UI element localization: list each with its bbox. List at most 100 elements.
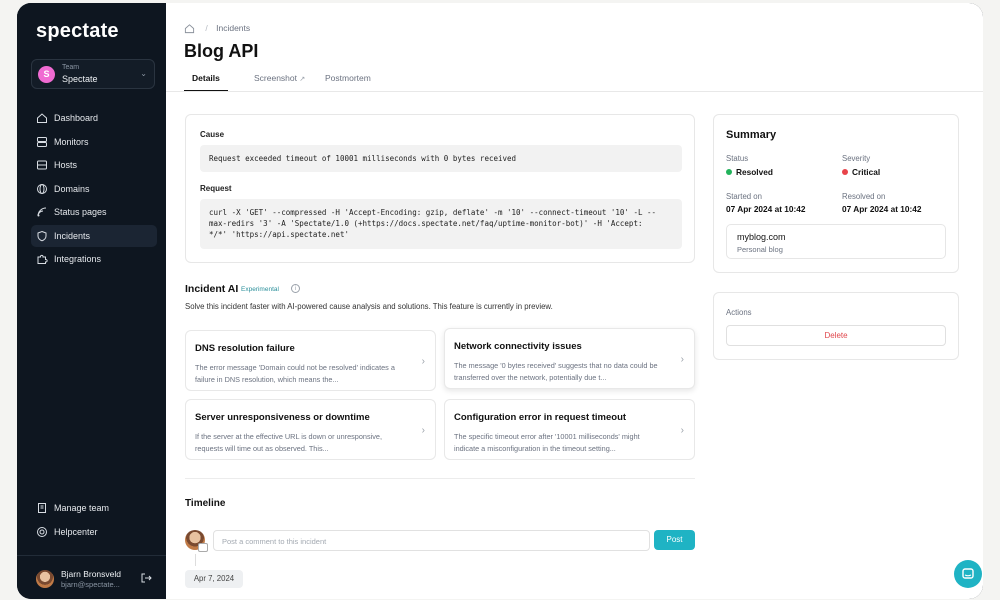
sidebar: spectate S Team Spectate ⌄ Dashboard Mon… (17, 3, 166, 599)
request-label: Request (200, 184, 232, 193)
sidebar-item-integrations[interactable]: Integrations (31, 248, 157, 270)
comment-icon (198, 543, 208, 552)
actions-card: Actions Delete (713, 292, 959, 360)
suggestion-title: Server unresponsiveness or downtime (195, 412, 370, 423)
sidebar-item-dashboard[interactable]: Dashboard (31, 107, 157, 129)
chevron-right-icon: › (680, 354, 684, 365)
logout-icon[interactable] (140, 572, 152, 584)
shield-icon (37, 230, 47, 241)
app-logo[interactable]: spectate (36, 20, 119, 43)
sidebar-item-incidents[interactable]: Incidents (31, 224, 157, 247)
timeline-title: Timeline (185, 498, 226, 509)
sidebar-item-label: Domains (54, 183, 90, 194)
actions-label: Actions (726, 308, 752, 317)
monitor-link[interactable]: myblog.com Personal blog (726, 224, 946, 259)
chevron-right-icon: › (421, 356, 425, 367)
site-description: Personal blog (737, 245, 783, 254)
status-dot (726, 169, 732, 175)
chevron-right-icon: › (421, 425, 425, 436)
request-command: curl -X 'GET' --compressed -H 'Accept-En… (200, 199, 682, 249)
suggestion-description: The specific timeout error after '10001 … (454, 432, 640, 453)
lifebuoy-icon (37, 526, 47, 537)
cause-message: Request exceeded timeout of 10001 millis… (200, 145, 682, 172)
sidebar-item-label: Helpcenter (54, 526, 98, 537)
status-badge: Resolved (726, 167, 773, 177)
sidebar-item-monitors[interactable]: Monitors (31, 131, 157, 153)
suggestion-description: The message '0 bytes received' suggests … (454, 361, 658, 382)
delete-button[interactable]: Delete (726, 325, 946, 346)
ai-suggestion-card[interactable]: Configuration error in request timeout T… (444, 399, 695, 460)
team-name: Spectate (62, 74, 98, 84)
building-icon (38, 503, 46, 513)
sidebar-item-label: Monitors (54, 136, 89, 147)
severity-dot (842, 169, 848, 175)
suggestion-description: The error message 'Domain could not be r… (195, 363, 395, 384)
suggestion-description: If the server at the effective URL is do… (195, 432, 382, 453)
sidebar-item-label: Incidents (54, 230, 91, 241)
app-window: spectate S Team Spectate ⌄ Dashboard Mon… (17, 3, 983, 599)
team-avatar: S (38, 66, 55, 83)
comment-input[interactable]: Post a comment to this incident (213, 530, 650, 551)
timeline-connector (195, 554, 196, 566)
breadcrumb-separator: / (205, 23, 208, 33)
ai-suggestion-card[interactable]: Server unresponsiveness or downtime If t… (185, 399, 436, 460)
tab-postmortem[interactable]: Postmortem (325, 73, 371, 83)
started-value: 07 Apr 2024 at 10:42 (726, 204, 806, 214)
sidebar-item-manage-team[interactable]: Manage team (31, 497, 157, 519)
sidebar-item-label: Integrations (54, 254, 102, 264)
resolved-label: Resolved on (842, 192, 886, 201)
puzzle-icon (37, 254, 48, 264)
request-line: max-redirs '3' -A 'Spectate/1.0 (+https:… (209, 219, 643, 228)
chat-icon (962, 568, 974, 579)
ai-suggestion-card[interactable]: DNS resolution failure The error message… (185, 330, 436, 391)
chevron-right-icon: › (680, 425, 684, 436)
tab-label: Screenshot (254, 73, 297, 83)
severity-badge: Critical (842, 167, 880, 177)
suggestion-title: DNS resolution failure (195, 343, 295, 354)
team-label: Team (62, 64, 80, 71)
sidebar-item-helpcenter[interactable]: Helpcenter (31, 521, 157, 543)
breadcrumb-incidents[interactable]: Incidents (216, 23, 250, 33)
user-name: Bjarn Bronsveld (61, 569, 122, 579)
main-content: / Incidents Blog API Details Screenshot … (166, 3, 983, 599)
sidebar-item-label: Status pages (54, 207, 107, 217)
incident-ai-description: Solve this incident faster with AI-power… (185, 302, 553, 311)
summary-card: Summary Status Resolved Severity Critica… (713, 114, 959, 273)
home-icon (37, 113, 47, 123)
sidebar-item-label: Dashboard (54, 113, 99, 123)
suggestion-title: Configuration error in request timeout (454, 412, 627, 423)
external-link-icon: ↗ (299, 76, 306, 83)
request-line: */*' 'https://api.spectate.net' (209, 230, 349, 239)
home-icon[interactable] (184, 23, 195, 34)
request-line: curl -X 'GET' --compressed -H 'Accept-En… (209, 208, 657, 217)
status-value: Resolved (736, 167, 773, 177)
severity-value: Critical (852, 167, 881, 177)
started-label: Started on (726, 192, 762, 201)
team-switcher[interactable]: S Team Spectate ⌄ (31, 59, 155, 89)
suggestion-title: Network connectivity issues (454, 341, 582, 352)
hosts-icon (37, 160, 47, 170)
incident-ai-title: Incident AI (185, 283, 239, 295)
sidebar-bottom-nav: Manage team Helpcenter (31, 497, 157, 544)
sidebar-item-hosts[interactable]: Hosts (31, 154, 157, 176)
user-profile[interactable]: Bjarn Bronsveld bjarn@spectate... (36, 566, 161, 592)
section-divider (185, 478, 695, 479)
avatar (36, 570, 54, 588)
info-icon[interactable]: i (291, 284, 300, 293)
chevron-down-icon: ⌄ (140, 69, 147, 78)
sidebar-item-domains[interactable]: Domains (31, 178, 157, 200)
sidebar-item-status-pages[interactable]: Status pages (31, 201, 157, 223)
tabs-divider (166, 91, 983, 92)
sidebar-divider (17, 555, 166, 556)
tab-screenshot[interactable]: Screenshot ↗ (254, 73, 305, 83)
user-email: bjarn@spectate... (61, 580, 120, 589)
server-icon (37, 136, 47, 147)
breadcrumb: / Incidents (184, 23, 250, 34)
summary-title: Summary (726, 129, 777, 141)
experimental-badge: Experimental (241, 286, 279, 293)
chat-support-button[interactable] (954, 560, 982, 588)
page-title: Blog API (184, 41, 259, 61)
tab-details[interactable]: Details (192, 73, 220, 83)
ai-suggestion-card[interactable]: Network connectivity issues The message … (444, 328, 695, 389)
post-button[interactable]: Post (654, 530, 695, 550)
